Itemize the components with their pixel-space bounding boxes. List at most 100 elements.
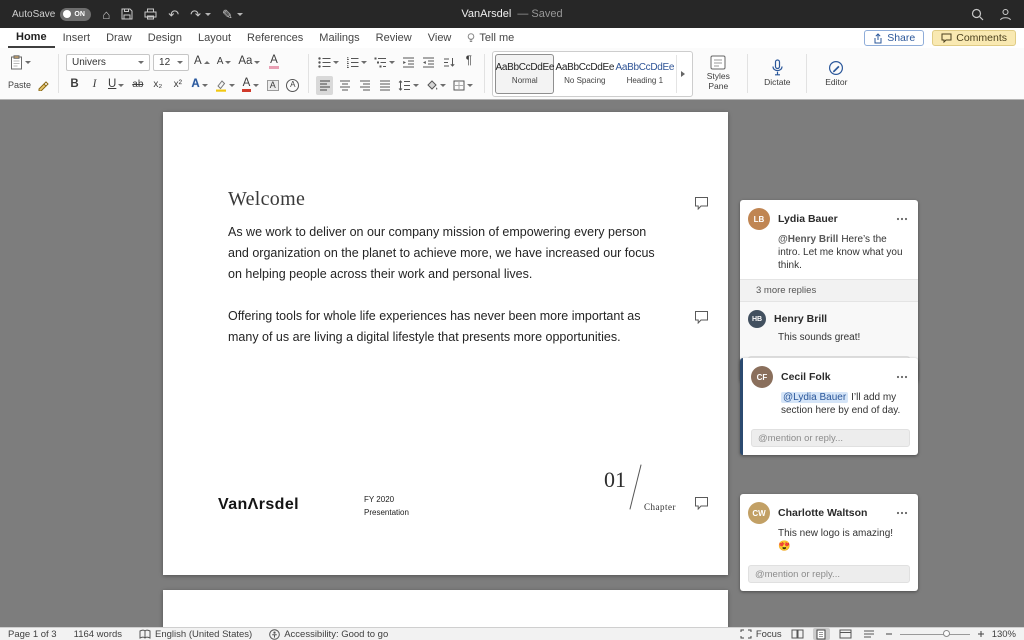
borders-button[interactable]: [451, 76, 475, 95]
grow-font-button[interactable]: A: [192, 53, 212, 72]
word-count[interactable]: 1164 words: [74, 629, 122, 640]
text-effects-button[interactable]: A: [189, 76, 209, 95]
share-button[interactable]: Share: [864, 30, 925, 46]
mention[interactable]: @Henry Brill: [778, 234, 838, 245]
style-no-spacing[interactable]: AaBbCcDdEe No Spacing: [555, 55, 614, 93]
format-pen-dropdown-icon[interactable]: [236, 12, 243, 16]
paragraph-2[interactable]: Offering tools for whole life experience…: [228, 306, 668, 348]
tab-review[interactable]: Review: [368, 28, 420, 48]
reply-input[interactable]: [751, 429, 910, 447]
enclose-characters-button[interactable]: A: [284, 76, 301, 95]
print-layout-button[interactable]: [812, 628, 830, 640]
subscript-button[interactable]: x₂: [149, 76, 166, 95]
align-center-button[interactable]: [336, 76, 353, 95]
format-painter-button[interactable]: [34, 76, 51, 95]
home-icon[interactable]: ⌂: [102, 8, 110, 21]
zoom-slider-knob[interactable]: [943, 630, 951, 637]
superscript-button[interactable]: x²: [169, 76, 186, 95]
read-mode-button[interactable]: [789, 628, 806, 640]
paste-dropdown-icon[interactable]: [25, 60, 31, 64]
search-icon[interactable]: [971, 8, 984, 21]
comment-anchor-icon[interactable]: [694, 310, 709, 324]
redo-dropdown-icon[interactable]: [205, 12, 212, 16]
account-icon[interactable]: [999, 8, 1012, 21]
page-2[interactable]: [163, 590, 728, 627]
print-icon[interactable]: [144, 8, 157, 20]
increase-indent-button[interactable]: [420, 53, 437, 72]
decrease-indent-button[interactable]: [400, 53, 417, 72]
zoom-in-button[interactable]: [977, 630, 985, 638]
format-pen-icon[interactable]: ✎: [222, 8, 243, 21]
align-right-button[interactable]: [356, 76, 373, 95]
tab-mailings[interactable]: Mailings: [311, 28, 367, 48]
dictate-button[interactable]: Dictate: [755, 59, 799, 88]
zoom-level[interactable]: 130%: [992, 629, 1016, 640]
redo-icon[interactable]: ↷: [190, 8, 212, 21]
tab-design[interactable]: Design: [140, 28, 190, 48]
web-layout-button[interactable]: [837, 628, 854, 640]
bold-button[interactable]: B: [66, 76, 83, 95]
undo-icon[interactable]: ↶: [168, 8, 179, 21]
accessibility-status[interactable]: Accessibility: Good to go: [269, 629, 388, 640]
zoom-slider[interactable]: [899, 630, 970, 637]
tab-view[interactable]: View: [420, 28, 460, 48]
shading-button[interactable]: [424, 76, 448, 95]
zoom-out-button[interactable]: [885, 630, 893, 638]
outline-view-button[interactable]: [861, 628, 878, 640]
style-normal[interactable]: AaBbCcDdEe Normal: [495, 54, 554, 93]
font-color-button[interactable]: A: [240, 76, 262, 95]
tab-references[interactable]: References: [239, 28, 311, 48]
paragraph-1[interactable]: As we work to deliver on our company mis…: [228, 222, 668, 285]
bullets-button[interactable]: [316, 53, 341, 72]
sort-button[interactable]: [440, 53, 457, 72]
autosave-control[interactable]: AutoSave ON: [12, 7, 92, 21]
underline-button[interactable]: U: [106, 76, 126, 95]
font-name-select[interactable]: Univers: [66, 53, 151, 71]
line-spacing-button[interactable]: [396, 76, 421, 95]
numbering-button[interactable]: [344, 53, 369, 72]
style-heading-1[interactable]: AaBbCcDdEe Heading 1: [615, 55, 674, 93]
font-size-select[interactable]: 12: [153, 53, 190, 71]
italic-button[interactable]: I: [86, 76, 103, 95]
tab-layout[interactable]: Layout: [190, 28, 239, 48]
character-shading-button[interactable]: A: [264, 76, 281, 95]
page-indicator[interactable]: Page 1 of 3: [8, 629, 57, 640]
focus-toggle[interactable]: Focus: [740, 629, 782, 640]
language-selector[interactable]: English (United States): [139, 629, 252, 640]
tab-draw[interactable]: Draw: [98, 28, 140, 48]
change-case-button[interactable]: Aa: [236, 53, 262, 72]
editor-button[interactable]: Editor: [814, 60, 858, 88]
shrink-font-button[interactable]: A: [215, 53, 234, 72]
comment-anchor-icon[interactable]: [694, 496, 709, 510]
page-1[interactable]: Welcome As we work to deliver on our com…: [163, 112, 728, 575]
align-left-button[interactable]: [316, 75, 334, 95]
comment-thread-cecil[interactable]: CF Cecil Folk @Lydia Bauer I’ll add my se…: [740, 358, 918, 455]
paste-button[interactable]: [8, 53, 33, 72]
comments-button[interactable]: Comments: [932, 30, 1016, 46]
comment-menu-icon[interactable]: [894, 509, 910, 517]
divider: [484, 54, 486, 93]
tab-tell-me[interactable]: Tell me: [459, 28, 522, 48]
comment-menu-icon[interactable]: [894, 373, 910, 381]
more-replies-button[interactable]: 3 more replies: [740, 279, 918, 302]
styles-gallery-more-button[interactable]: [676, 54, 689, 93]
autosave-label: AutoSave: [12, 8, 56, 20]
clear-formatting-button[interactable]: A: [265, 53, 282, 72]
comment-thread-lydia[interactable]: LB Lydia Bauer @Henry Brill Here’s the in…: [740, 200, 918, 382]
tab-home[interactable]: Home: [8, 28, 55, 48]
justify-button[interactable]: [376, 76, 393, 95]
save-icon[interactable]: [121, 8, 133, 20]
document-heading[interactable]: Welcome: [228, 188, 305, 211]
comment-menu-icon[interactable]: [894, 215, 910, 223]
reply-input[interactable]: [748, 565, 910, 583]
comment-anchor-icon[interactable]: [694, 196, 709, 210]
autosave-toggle[interactable]: ON: [60, 7, 92, 21]
show-formatting-marks-button[interactable]: ¶: [460, 53, 477, 72]
highlight-button[interactable]: [213, 76, 237, 95]
multilevel-list-button[interactable]: [372, 53, 397, 72]
tab-insert[interactable]: Insert: [55, 28, 99, 48]
strikethrough-button[interactable]: ab: [129, 76, 146, 95]
styles-pane-button[interactable]: Styles Pane: [696, 55, 740, 92]
comment-thread-charlotte[interactable]: CW Charlotte Waltson This new logo is am…: [740, 494, 918, 591]
mention[interactable]: @Lydia Bauer: [781, 392, 849, 403]
